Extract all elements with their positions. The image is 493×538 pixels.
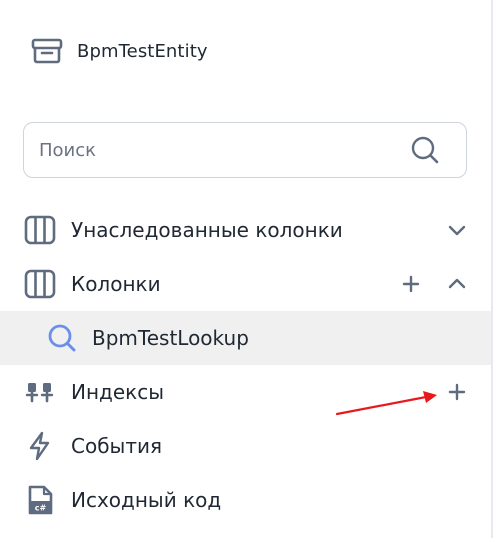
search-icon[interactable] <box>408 133 442 167</box>
plus-icon[interactable] <box>445 380 469 404</box>
entity-structure-panel: BpmTestEntity Поиск Унаследованные колон… <box>0 0 493 538</box>
column-item-label: BpmTestLookup <box>92 326 249 350</box>
columns-icon <box>24 214 56 246</box>
package-box-icon <box>30 34 64 68</box>
entity-header: BpmTestEntity <box>30 34 208 68</box>
index-icon <box>24 376 56 408</box>
lightning-icon <box>24 430 56 462</box>
nav-item-label: Исходный код <box>71 488 222 512</box>
nav-item-label: Унаследованные колонки <box>71 218 343 242</box>
search-input[interactable]: Поиск <box>23 122 467 178</box>
nav-item-label: Индексы <box>71 380 165 404</box>
nav-item-columns[interactable]: Колонки <box>0 257 491 311</box>
search-placeholder: Поиск <box>39 139 97 161</box>
plus-icon[interactable] <box>399 272 423 296</box>
columns-icon <box>24 268 56 300</box>
column-item-bpmtestlookup[interactable]: BpmTestLookup <box>0 311 491 365</box>
nav-item-label: События <box>71 434 163 458</box>
csharp-file-icon: c# <box>24 484 56 516</box>
entity-title: BpmTestEntity <box>77 40 208 62</box>
chevron-up-icon[interactable] <box>445 272 469 296</box>
nav-item-inherited-columns[interactable]: Унаследованные колонки <box>0 203 491 257</box>
nav-item-label: Колонки <box>71 272 161 296</box>
nav-item-source-code[interactable]: c# Исходный код <box>0 473 491 527</box>
nav-item-events[interactable]: События <box>0 419 491 473</box>
svg-text:c#: c# <box>35 504 47 513</box>
nav-item-indexes[interactable]: Индексы <box>0 365 491 419</box>
search-icon <box>46 322 78 354</box>
chevron-down-icon[interactable] <box>445 218 469 242</box>
